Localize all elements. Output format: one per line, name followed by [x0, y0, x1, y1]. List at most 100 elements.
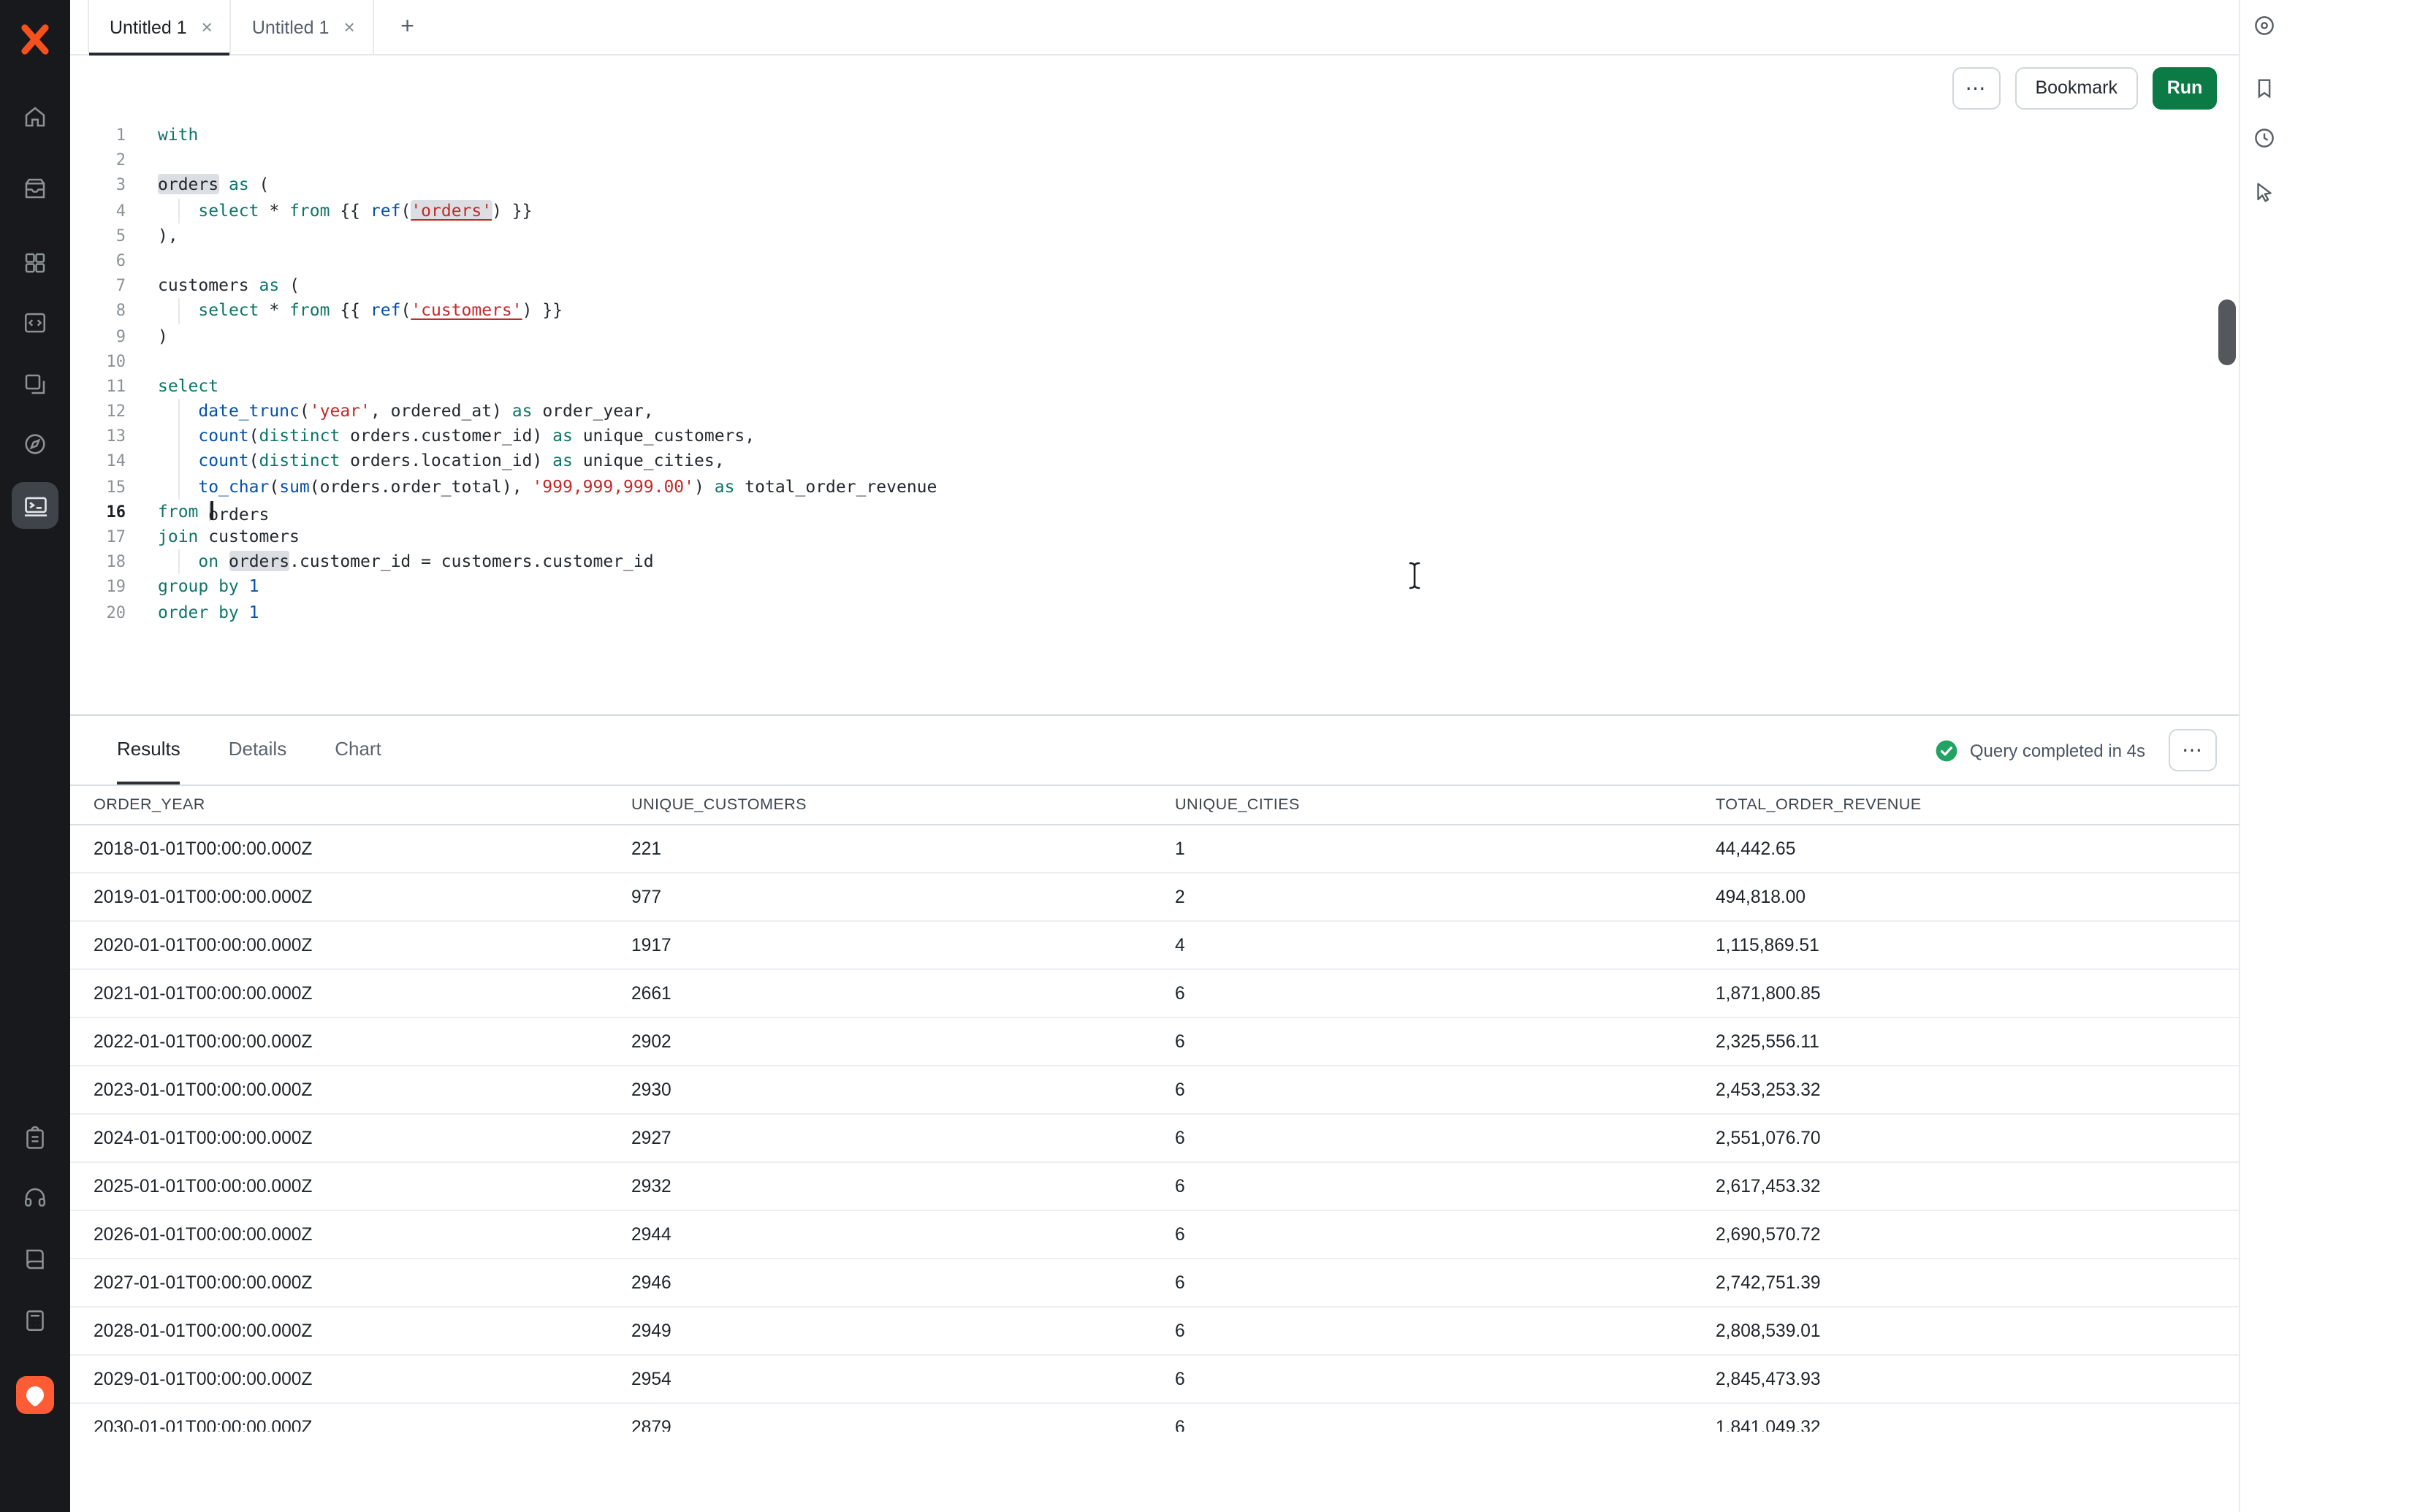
- code-line[interactable]: 12 date_trunc('year', ordered_at) as ord…: [70, 399, 2239, 424]
- table-cell: 6: [1175, 1369, 1716, 1389]
- column-header[interactable]: ORDER_YEAR: [94, 796, 631, 814]
- results-more-button[interactable]: ⋯: [2169, 729, 2217, 771]
- line-number: 17: [70, 524, 126, 549]
- table-row[interactable]: 2025-01-01T00:00:00.000Z293262,617,453.3…: [70, 1163, 2239, 1211]
- tab-untitled-1[interactable]: Untitled 1×: [88, 0, 232, 54]
- bookmark-icon[interactable]: [2246, 70, 2281, 105]
- table-cell: 1917: [631, 935, 1175, 955]
- table-row[interactable]: 2018-01-01T00:00:00.000Z221144,442.65: [70, 825, 2239, 874]
- table-row[interactable]: 2028-01-01T00:00:00.000Z294962,808,539.0…: [70, 1307, 2239, 1356]
- warehouse-icon[interactable]: [18, 171, 53, 206]
- copilot-compass-icon[interactable]: [2246, 7, 2281, 42]
- table-cell: 4: [1175, 935, 1716, 955]
- code-line[interactable]: 10: [70, 348, 2239, 373]
- table-row[interactable]: 2030-01-01T00:00:00.000Z287961,841,049.3…: [70, 1404, 2239, 1432]
- code-text: count(distinct orders.location_id) as un…: [158, 449, 725, 474]
- table-row[interactable]: 2029-01-01T00:00:00.000Z295462,845,473.9…: [70, 1356, 2239, 1404]
- home-icon[interactable]: [18, 99, 53, 134]
- pointer-icon[interactable]: [2246, 174, 2281, 209]
- column-header[interactable]: TOTAL_ORDER_REVENUE: [1716, 796, 2239, 814]
- new-tab-button[interactable]: +: [389, 8, 427, 46]
- code-line[interactable]: 20order by 1: [70, 600, 2239, 625]
- code-line[interactable]: 13 count(distinct orders.customer_id) as…: [70, 424, 2239, 449]
- column-header[interactable]: UNIQUE_CITIES: [1175, 796, 1716, 814]
- success-check-icon: [1935, 738, 1958, 762]
- code-text: ): [158, 324, 168, 348]
- table-row[interactable]: 2027-01-01T00:00:00.000Z294662,742,751.3…: [70, 1259, 2239, 1307]
- app-logo[interactable]: [16, 20, 54, 58]
- table-row[interactable]: 2020-01-01T00:00:00.000Z191741,115,869.5…: [70, 922, 2239, 970]
- code-text: to_char(sum(orders.order_total), '999,99…: [158, 474, 937, 499]
- code-line[interactable]: 8 select * from {{ ref('customers') }}: [70, 299, 2239, 324]
- left-sidebar: [0, 0, 70, 1512]
- sql-editor[interactable]: 1with23orders as (4 select * from {{ ref…: [70, 120, 2239, 714]
- history-clock-icon[interactable]: [2246, 120, 2281, 155]
- docs-book-icon[interactable]: [18, 1242, 53, 1277]
- editor-scrollbar-thumb[interactable]: [2218, 299, 2236, 365]
- tab-close-icon[interactable]: ×: [343, 18, 354, 37]
- line-number: 1: [70, 123, 126, 148]
- results-tab-chart[interactable]: Chart: [335, 717, 381, 784]
- table-cell: 2023-01-01T00:00:00.000Z: [94, 1080, 631, 1100]
- code-line[interactable]: 6: [70, 248, 2239, 273]
- table-cell: 494,818.00: [1716, 887, 2239, 907]
- table-cell: 2902: [631, 1031, 1175, 1052]
- table-row[interactable]: 2019-01-01T00:00:00.000Z9772494,818.00: [70, 874, 2239, 922]
- support-headset-icon[interactable]: [18, 1180, 53, 1215]
- table-row[interactable]: 2024-01-01T00:00:00.000Z292762,551,076.7…: [70, 1115, 2239, 1163]
- code-line[interactable]: 4 select * from {{ ref('orders') }}: [70, 198, 2239, 223]
- table-cell: 2026-01-01T00:00:00.000Z: [94, 1224, 631, 1245]
- code-text: group by 1: [158, 575, 259, 600]
- line-number: 20: [70, 600, 126, 625]
- code-line[interactable]: 7customers as (: [70, 273, 2239, 298]
- results-tab-results[interactable]: Results: [117, 717, 180, 784]
- code-line[interactable]: 1with: [70, 123, 2239, 148]
- line-number: 6: [70, 248, 126, 273]
- code-line[interactable]: 16from orders: [70, 500, 2239, 524]
- table-cell: 2,325,556.11: [1716, 1031, 2239, 1052]
- windows-icon[interactable]: [18, 367, 53, 402]
- table-cell: 2,551,076.70: [1716, 1128, 2239, 1148]
- line-number: 2: [70, 148, 126, 172]
- text-caret: [210, 501, 213, 520]
- code-line[interactable]: 3orders as (: [70, 173, 2239, 198]
- table-cell: 6: [1175, 1321, 1716, 1341]
- code-text: date_trunc('year', ordered_at) as order_…: [158, 399, 654, 424]
- line-number: 12: [70, 399, 126, 424]
- run-button[interactable]: Run: [2153, 66, 2217, 109]
- terminal-icon[interactable]: [12, 482, 58, 529]
- results-tab-details[interactable]: Details: [229, 717, 287, 784]
- org-avatar[interactable]: [16, 1376, 54, 1414]
- clipboard-icon[interactable]: [18, 1120, 53, 1156]
- apps-grid-icon[interactable]: [18, 245, 53, 280]
- code-text: customers as (: [158, 273, 300, 298]
- code-line[interactable]: 18 on orders.customer_id = customers.cus…: [70, 549, 2239, 574]
- table-cell: 2,742,751.39: [1716, 1272, 2239, 1293]
- table-cell: 2030-01-01T00:00:00.000Z: [94, 1417, 631, 1432]
- code-line[interactable]: 15 to_char(sum(orders.order_total), '999…: [70, 474, 2239, 499]
- line-number: 4: [70, 198, 126, 223]
- explore-compass-icon[interactable]: [18, 427, 53, 462]
- bookmark-button[interactable]: Bookmark: [2014, 66, 2138, 109]
- table-row[interactable]: 2022-01-01T00:00:00.000Z290262,325,556.1…: [70, 1018, 2239, 1066]
- code-text: join customers: [158, 524, 300, 549]
- code-line[interactable]: 11select: [70, 374, 2239, 399]
- more-options-button[interactable]: ⋯: [1952, 66, 2000, 109]
- table-row[interactable]: 2023-01-01T00:00:00.000Z293062,453,253.3…: [70, 1066, 2239, 1115]
- table-row[interactable]: 2021-01-01T00:00:00.000Z266161,871,800.8…: [70, 970, 2239, 1018]
- table-cell: 221: [631, 839, 1175, 859]
- code-editor-icon[interactable]: [18, 305, 53, 340]
- code-line[interactable]: 14 count(distinct orders.location_id) as…: [70, 449, 2239, 474]
- code-line[interactable]: 9): [70, 324, 2239, 348]
- calculator-icon[interactable]: [18, 1303, 53, 1338]
- column-header[interactable]: UNIQUE_CUSTOMERS: [631, 796, 1175, 814]
- tab-close-icon[interactable]: ×: [202, 18, 213, 37]
- code-line[interactable]: 2: [70, 148, 2239, 172]
- code-text: on orders.customer_id = customers.custom…: [158, 549, 654, 574]
- code-text: select * from {{ ref('orders') }}: [158, 198, 533, 223]
- code-line[interactable]: 19group by 1: [70, 575, 2239, 600]
- tab-untitled-1[interactable]: Untitled 1×: [232, 0, 374, 54]
- table-row[interactable]: 2026-01-01T00:00:00.000Z294462,690,570.7…: [70, 1211, 2239, 1259]
- code-line[interactable]: 5),: [70, 224, 2239, 248]
- code-line[interactable]: 17 join customers: [70, 524, 2239, 549]
